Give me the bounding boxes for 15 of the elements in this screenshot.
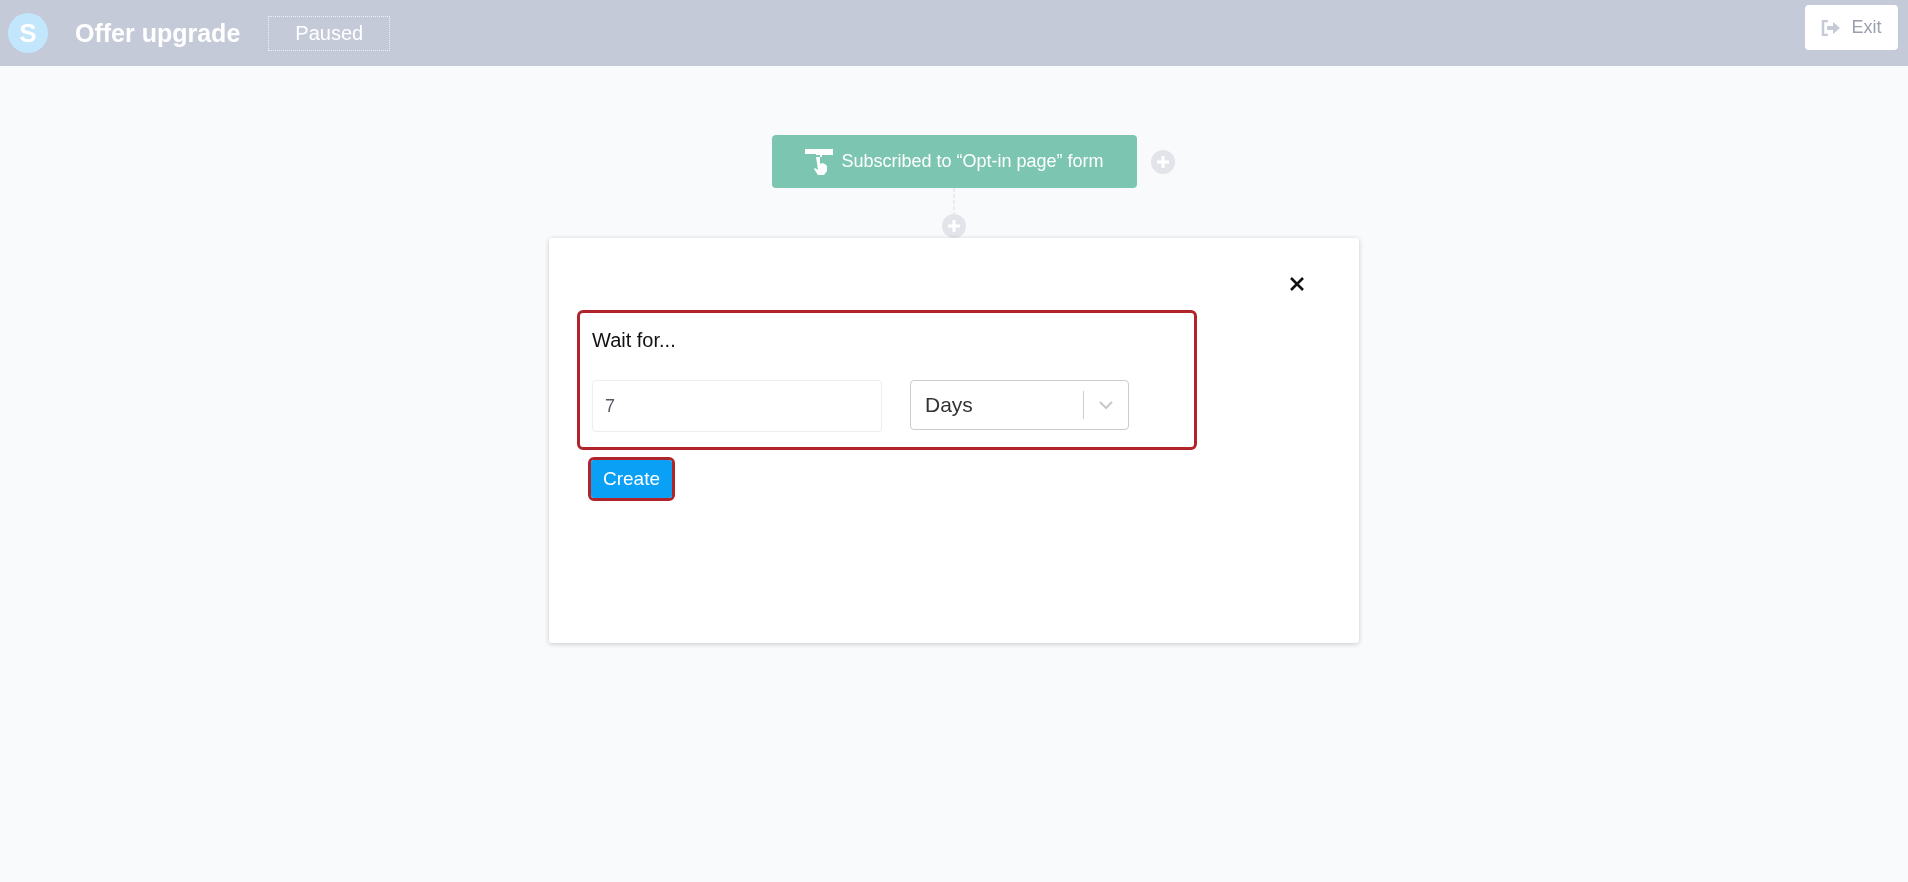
add-step-icon[interactable]: [942, 214, 966, 238]
workflow-title: Offer upgrade: [75, 18, 241, 48]
exit-icon: [1821, 19, 1842, 36]
close-icon: [1289, 276, 1305, 292]
wait-label: Wait for...: [592, 329, 677, 352]
status-badge: Paused: [268, 15, 391, 51]
hand-pointer-icon: [805, 148, 834, 175]
logo: S: [8, 13, 48, 53]
trigger-node[interactable]: Subscribed to “Opt-in page” form: [772, 135, 1137, 188]
add-step-icon[interactable]: [1151, 150, 1175, 174]
exit-button[interactable]: Exit: [1805, 5, 1898, 50]
create-button[interactable]: Create: [591, 460, 673, 498]
amount-input[interactable]: 7: [592, 380, 882, 432]
unit-select[interactable]: Days: [910, 380, 1129, 430]
chevron-down-icon: [1098, 400, 1114, 410]
